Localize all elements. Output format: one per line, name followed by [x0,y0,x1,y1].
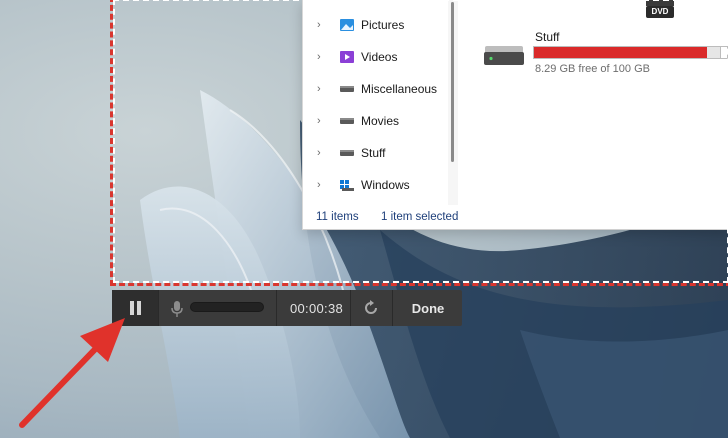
done-button[interactable]: Done [394,290,462,326]
toolbar-divider [158,290,159,326]
microphone-icon[interactable] [170,300,184,318]
restart-icon[interactable] [362,299,380,317]
toolbar-divider [276,290,277,326]
toolbar-divider [392,290,393,326]
audio-level-meter [190,302,264,312]
annotation-arrow [19,318,125,428]
recording-toolbar: 00:00:38 Done [112,290,462,326]
recording-region-frame[interactable] [110,0,728,286]
recording-timer: 00:00:38 [290,301,344,316]
toolbar-divider [350,290,351,326]
